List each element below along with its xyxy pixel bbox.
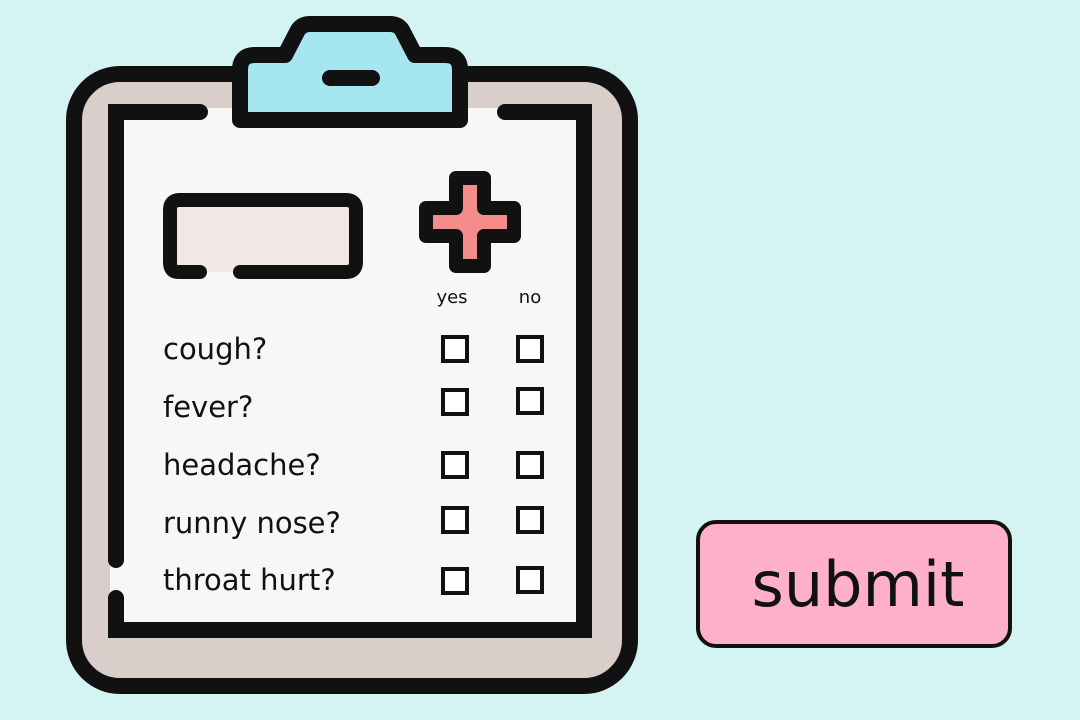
checkbox-yes[interactable] bbox=[441, 506, 469, 534]
checkbox-no[interactable] bbox=[516, 566, 544, 594]
question-row: headache? bbox=[60, 442, 660, 488]
clip-icon bbox=[232, 16, 468, 128]
checkbox-yes[interactable] bbox=[441, 567, 469, 595]
clipboard: yes no cough? fever? headache? runny nos… bbox=[60, 0, 660, 720]
column-header-no: no bbox=[518, 287, 542, 308]
question-label: runny nose? bbox=[163, 506, 341, 540]
question-row: cough? bbox=[60, 326, 660, 372]
checkbox-no[interactable] bbox=[516, 506, 544, 534]
question-label: fever? bbox=[163, 390, 254, 424]
question-label: cough? bbox=[163, 332, 268, 366]
screen: yes no cough? fever? headache? runny nos… bbox=[0, 0, 1080, 720]
checkbox-yes[interactable] bbox=[441, 451, 469, 479]
question-label: throat hurt? bbox=[163, 563, 336, 597]
checkbox-no[interactable] bbox=[516, 335, 544, 363]
checkbox-no[interactable] bbox=[516, 451, 544, 479]
checkbox-yes[interactable] bbox=[441, 388, 469, 416]
question-row: runny nose? bbox=[60, 500, 660, 546]
column-header-yes: yes bbox=[436, 287, 468, 308]
question-row: fever? bbox=[60, 384, 660, 430]
checkbox-yes[interactable] bbox=[441, 335, 469, 363]
question-row: throat hurt? bbox=[60, 557, 660, 603]
submit-button[interactable]: submit bbox=[696, 520, 1012, 648]
checkbox-no[interactable] bbox=[516, 387, 544, 415]
name-field-icon bbox=[163, 193, 363, 279]
question-label: headache? bbox=[163, 448, 321, 482]
